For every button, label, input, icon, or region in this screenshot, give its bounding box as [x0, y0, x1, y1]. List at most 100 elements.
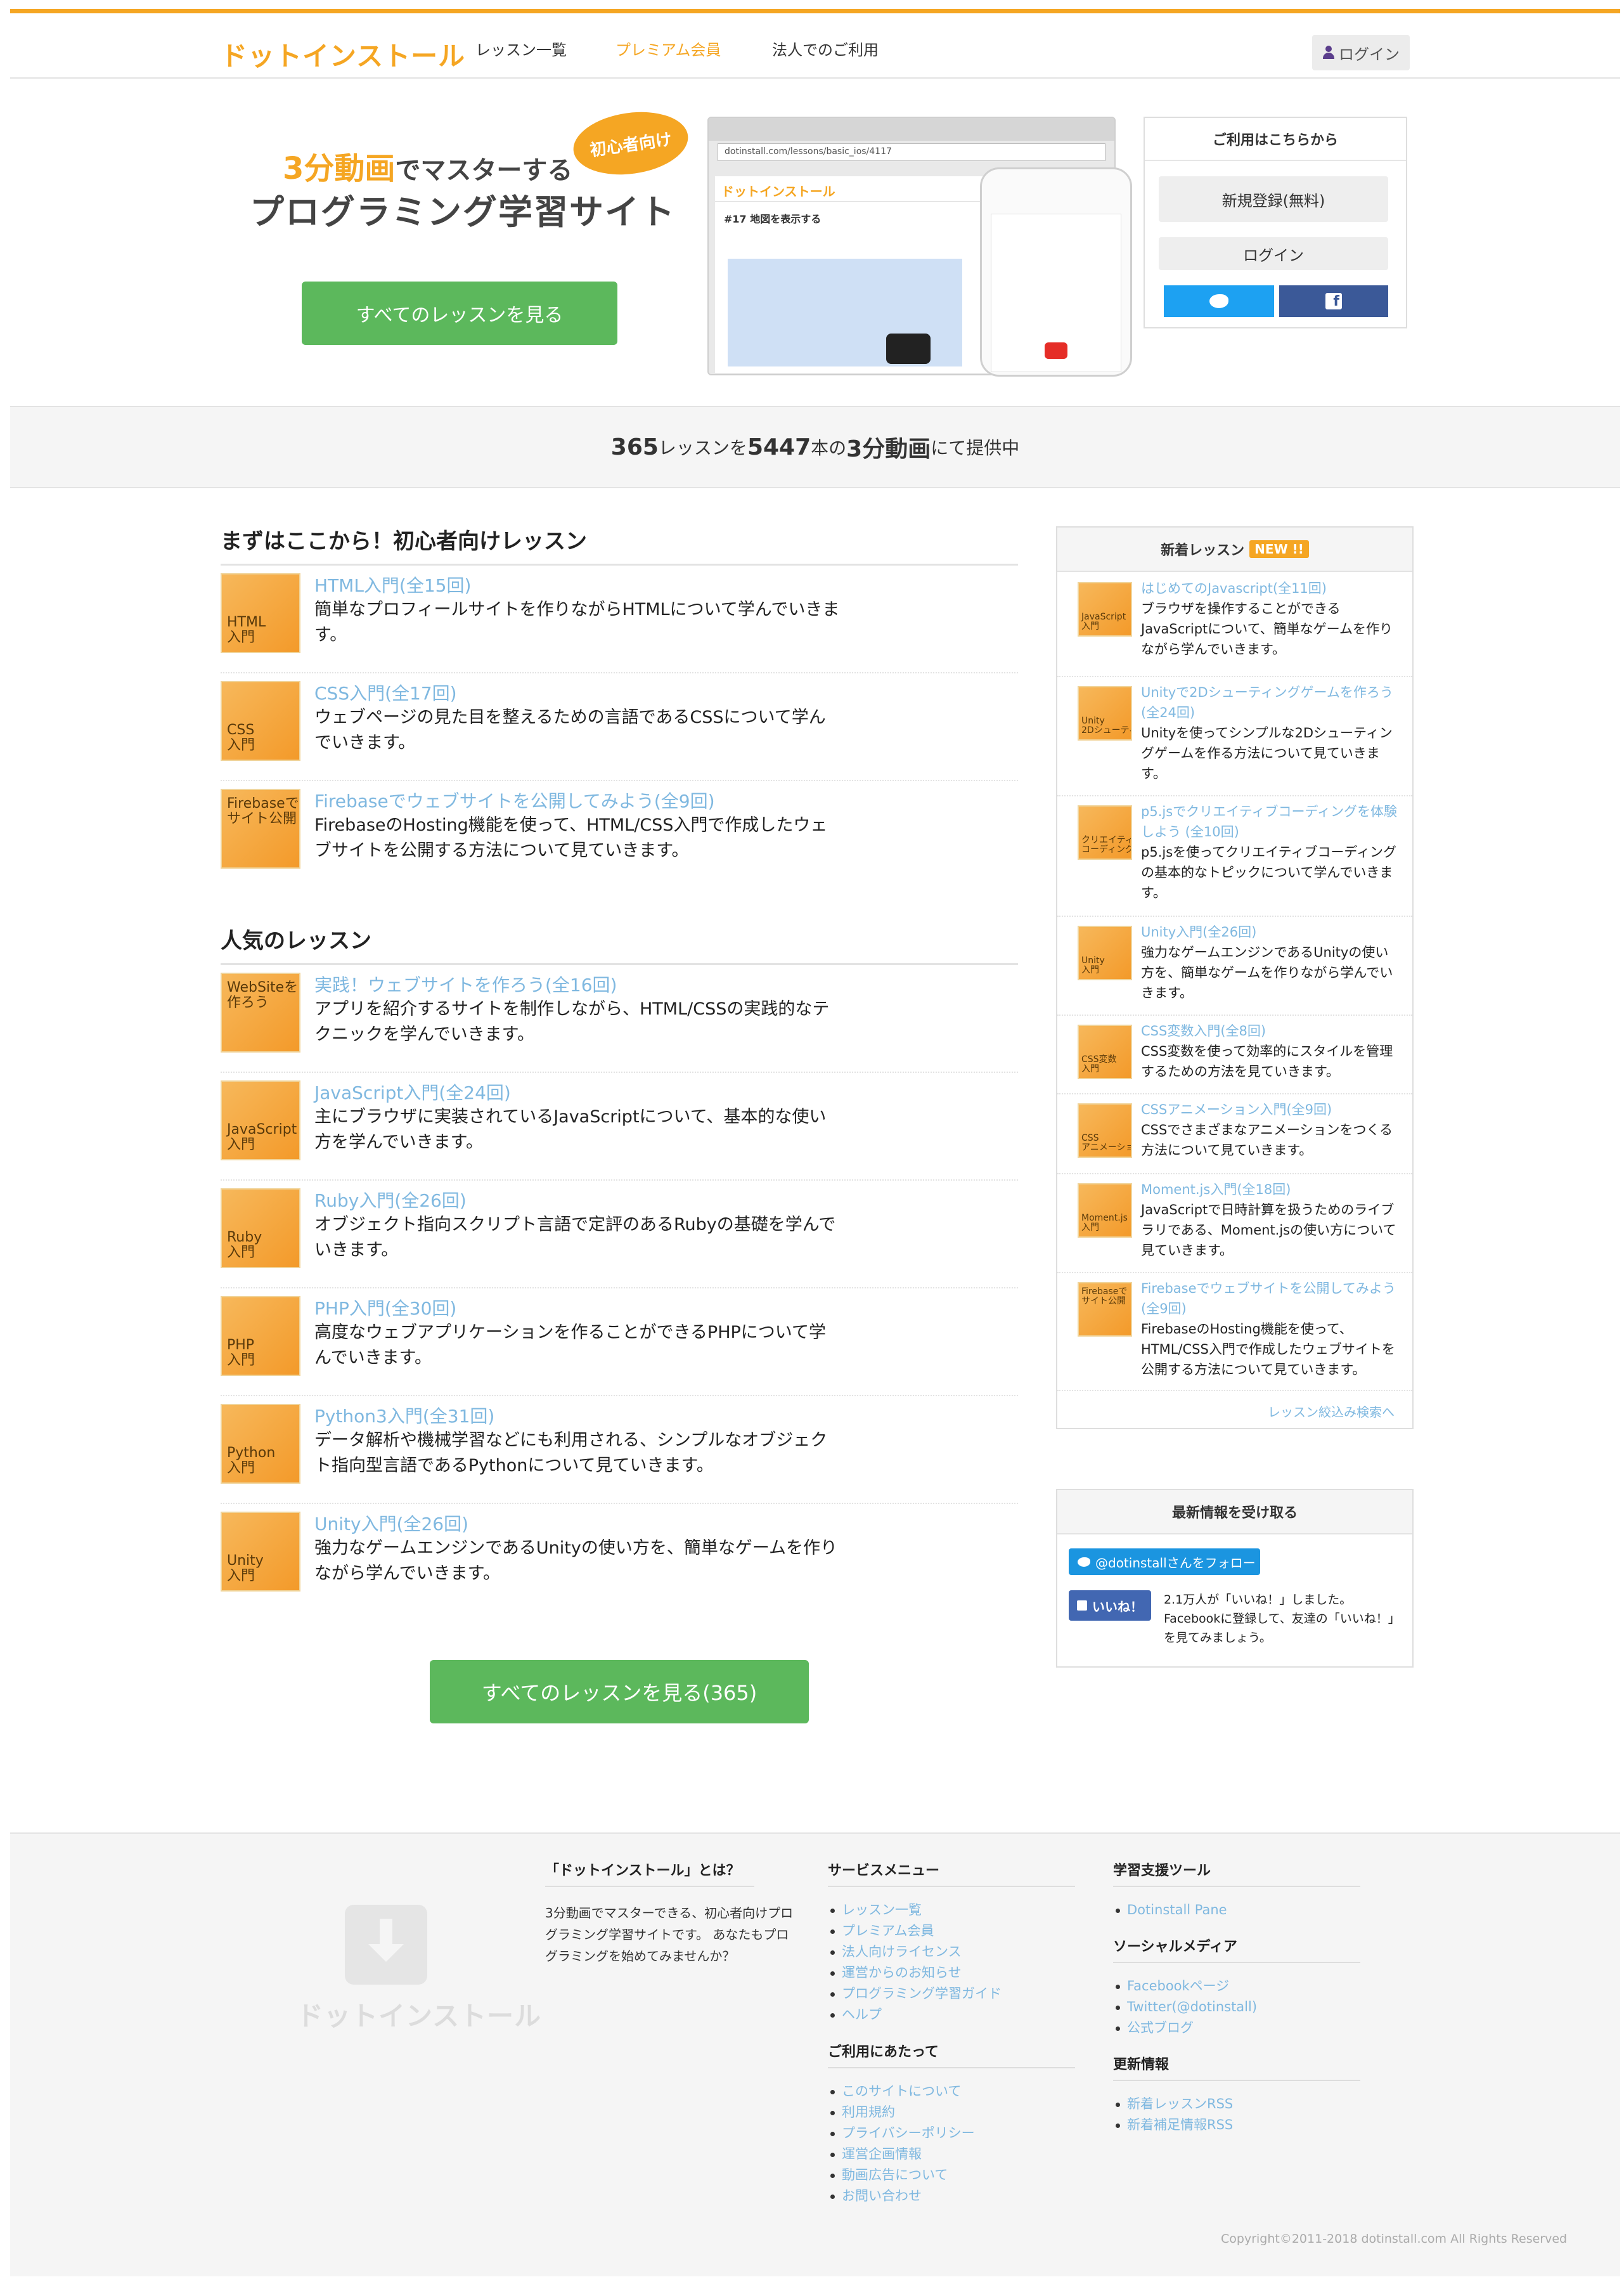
phone-play-icon: [1045, 342, 1067, 359]
lesson-thumbnail[interactable]: CSS 入門: [221, 681, 300, 761]
footer-link[interactable]: Twitter(@dotinstall): [1113, 1997, 1257, 2018]
new-lesson-title[interactable]: p5.jsでクリエイティブコーディングを体験しよう (全10回): [1141, 801, 1401, 842]
popular-lesson[interactable]: JavaScript 入門 JavaScript入門(全24回) 主にブラウザに…: [221, 1073, 1018, 1181]
footer-link[interactable]: このサイトについて: [828, 2081, 975, 2102]
new-lesson-thumbnail[interactable]: Moment.js 入門: [1078, 1183, 1132, 1238]
new-lesson-title[interactable]: Unity入門(全26回): [1141, 922, 1401, 942]
footer-link[interactable]: プレミアム会員: [828, 1921, 1002, 1942]
header-login-button[interactable]: ログイン: [1312, 35, 1410, 70]
footer-link[interactable]: レッスン一覧: [828, 1900, 1002, 1921]
lesson-title[interactable]: Ruby入門(全26回): [314, 1187, 467, 1212]
signup-login-button[interactable]: ログイン: [1159, 237, 1388, 270]
all-lessons-button[interactable]: すべてのレッスンを見る(365): [430, 1660, 809, 1723]
facebook-like-button[interactable]: いいね！: [1069, 1590, 1151, 1621]
new-lesson-title[interactable]: Moment.js入門(全18回): [1141, 1179, 1401, 1200]
footer-link[interactable]: お問い合わせ: [828, 2186, 975, 2207]
lesson-title[interactable]: Python3入門(全31回): [314, 1403, 494, 1428]
browser-tabbar: [709, 118, 1114, 141]
new-lesson-title[interactable]: CSS変数入門(全8回): [1141, 1021, 1401, 1041]
lesson-title[interactable]: 実践！ウェブサイトを作ろう(全16回): [314, 971, 617, 997]
new-lesson-thumbnail[interactable]: クリエイティブ コーディング: [1078, 805, 1132, 860]
new-lesson-item[interactable]: CSS変数 入門 CSS変数入門(全8回) CSS変数を使って効率的にスタイルを…: [1057, 1016, 1412, 1094]
stats-lessons: 365: [610, 434, 659, 460]
footer-link[interactable]: ヘルプ: [828, 2004, 1002, 2025]
hero-all-lessons-button[interactable]: すべてのレッスンを見る: [302, 282, 617, 345]
footer-link[interactable]: 運営からのお知らせ: [828, 1962, 1002, 1983]
lesson-desc: 主にブラウザに実装されているJavaScriptについて、基本的な使い方を学んで…: [314, 1107, 827, 1152]
lesson-thumbnail[interactable]: JavaScript 入門: [221, 1080, 300, 1160]
new-lesson-item[interactable]: JavaScript 入門 はじめてのJavascript(全11回) ブラウザ…: [1057, 573, 1412, 677]
new-lesson-thumbnail[interactable]: JavaScript 入門: [1078, 582, 1132, 637]
footer-link[interactable]: 利用規約: [828, 2102, 975, 2123]
new-lesson-thumbnail[interactable]: Firebaseで サイト公開: [1078, 1282, 1132, 1337]
footer-link[interactable]: 新着レッスンRSS: [1113, 2094, 1233, 2115]
lesson-thumbnail[interactable]: Unity 入門: [221, 1512, 300, 1592]
lesson-title[interactable]: JavaScript入門(全24回): [314, 1079, 511, 1105]
new-lesson-desc: CSSでさまざまなアニメーションをつくる方法について見ていきます。: [1141, 1122, 1393, 1158]
nav-corporate[interactable]: 法人でのご利用: [772, 37, 879, 60]
lesson-desc: アプリを紹介するサイトを制作しながら、HTML/CSSの実践的なテクニックを学ん…: [314, 999, 830, 1044]
popular-lesson[interactable]: Python 入門 Python3入門(全31回) データ解析や機械学習などにも…: [221, 1396, 1018, 1504]
footer-link[interactable]: Facebookページ: [1113, 1976, 1257, 1997]
new-lesson-thumbnail[interactable]: Unity 入門: [1078, 926, 1132, 980]
beginner-lesson[interactable]: HTML 入門 HTML入門(全15回) 簡単なプロフィールサイトを作りながらH…: [221, 566, 1018, 673]
lesson-title[interactable]: HTML入門(全15回): [314, 572, 471, 597]
new-lesson-item[interactable]: Moment.js 入門 Moment.js入門(全18回) JavaScrip…: [1057, 1174, 1412, 1273]
new-lesson-item[interactable]: Unity 入門 Unity入門(全26回) 強力なゲームエンジンであるUnit…: [1057, 917, 1412, 1016]
hero-tagline: 3分動画でマスターする: [283, 143, 572, 188]
facebook-login-button[interactable]: f: [1279, 285, 1388, 317]
site-header: ドットインストール レッスン一覧 プレミアム会員 法人でのご利用 ログイン: [10, 13, 1620, 79]
popular-lesson[interactable]: Unity 入門 Unity入門(全26回) 強力なゲームエンジンであるUnit…: [221, 1504, 1018, 1612]
lesson-desc: 簡単なプロフィールサイトを作りながらHTMLについて学んでいきます。: [314, 600, 840, 645]
lesson-thumbnail[interactable]: HTML 入門: [221, 573, 300, 653]
footer-link[interactable]: 新着補足情報RSS: [1113, 2115, 1233, 2136]
nav-lessons[interactable]: レッスン一覧: [475, 37, 567, 60]
lesson-title[interactable]: Unity入門(全26回): [314, 1510, 468, 1536]
footer-link[interactable]: プライバシーポリシー: [828, 2123, 975, 2144]
new-lesson-title[interactable]: はじめてのJavascript(全11回): [1141, 578, 1401, 599]
popular-lesson[interactable]: PHP 入門 PHP入門(全30回) 高度なウェブアプリケーションを作ることがで…: [221, 1288, 1018, 1396]
footer-link[interactable]: 運営企画情報: [828, 2144, 975, 2165]
lesson-thumbnail[interactable]: WebSiteを 作ろう: [221, 973, 300, 1053]
hero-tag-small: でマスターする: [395, 156, 573, 185]
new-lesson-title[interactable]: Firebaseでウェブサイトを公開してみよう(全9回): [1141, 1278, 1401, 1319]
lesson-title[interactable]: PHP入門(全30回): [314, 1295, 456, 1320]
signup-title: ご利用はこちらから: [1145, 118, 1406, 161]
footer-link[interactable]: 動画広告について: [828, 2165, 975, 2186]
new-lesson-thumbnail[interactable]: CSS アニメーション: [1078, 1103, 1132, 1158]
social-title: 最新情報を受け取る: [1057, 1490, 1412, 1534]
thumbs-up-icon: [1077, 1600, 1087, 1611]
new-lesson-thumbnail[interactable]: CSS変数 入門: [1078, 1025, 1132, 1079]
new-lesson-thumbnail[interactable]: Unity 2Dシューティング: [1078, 686, 1132, 741]
new-lesson-item[interactable]: Firebaseで サイト公開 Firebaseでウェブサイトを公開してみよう(…: [1057, 1273, 1412, 1391]
lesson-title[interactable]: CSS入門(全17回): [314, 680, 457, 705]
popular-lesson[interactable]: WebSiteを 作ろう 実践！ウェブサイトを作ろう(全16回) アプリを紹介す…: [221, 965, 1018, 1073]
new-lesson-item[interactable]: Unity 2Dシューティング Unityで2Dシューティングゲームを作ろう (…: [1057, 677, 1412, 796]
lesson-thumbnail[interactable]: PHP 入門: [221, 1296, 300, 1376]
lesson-thumbnail[interactable]: Python 入門: [221, 1404, 300, 1484]
lesson-thumbnail[interactable]: Firebaseで サイト公開: [221, 789, 300, 869]
site-footer: ドットインストール 「ドットインストール」とは？ 3分動画でマスターできる、初心…: [10, 1832, 1620, 2276]
lesson-search-link[interactable]: レッスン絞込み検索へ: [1268, 1402, 1395, 1420]
footer-link[interactable]: プログラミング学習ガイド: [828, 1983, 1002, 2004]
top-accent-bar: [10, 9, 1620, 13]
footer-link[interactable]: Dotinstall Pane: [1113, 1900, 1227, 1921]
new-lesson-item[interactable]: クリエイティブ コーディング p5.jsでクリエイティブコーディングを体験しよう…: [1057, 796, 1412, 917]
footer-link[interactable]: 公式ブログ: [1113, 2018, 1257, 2039]
lesson-title[interactable]: Firebaseでウェブサイトを公開してみよう(全9回): [314, 788, 715, 813]
site-logo[interactable]: ドットインストール: [221, 35, 465, 74]
twitter-follow-button[interactable]: @dotinstallさんをフォロー: [1069, 1548, 1260, 1575]
twitter-login-button[interactable]: [1164, 285, 1274, 317]
register-button[interactable]: 新規登録(無料): [1159, 176, 1388, 222]
new-lesson-title[interactable]: Unityで2Dシューティングゲームを作ろう (全24回): [1141, 682, 1401, 723]
lesson-thumbnail[interactable]: Ruby 入門: [221, 1188, 300, 1268]
nav-premium[interactable]: プレミアム会員: [615, 37, 721, 60]
footer-service-list: レッスン一覧 プレミアム会員 法人向けライセンス 運営からのお知らせ プログラミ…: [828, 1900, 1002, 2025]
beginner-lesson[interactable]: Firebaseで サイト公開 Firebaseでウェブサイトを公開してみよう(…: [221, 781, 1018, 889]
beginner-lesson[interactable]: CSS 入門 CSS入門(全17回) ウェブページの見た目を整えるための言語であ…: [221, 673, 1018, 781]
stats-three-min: 3分動画: [846, 436, 931, 462]
new-lesson-title[interactable]: CSSアニメーション入門(全9回): [1141, 1099, 1401, 1120]
footer-link[interactable]: 法人向けライセンス: [828, 1942, 1002, 1962]
popular-lesson[interactable]: Ruby 入門 Ruby入門(全26回) オブジェクト指向スクリプト言語で定評の…: [221, 1181, 1018, 1288]
new-lesson-item[interactable]: CSS アニメーション CSSアニメーション入門(全9回) CSSでさまざまなア…: [1057, 1094, 1412, 1174]
